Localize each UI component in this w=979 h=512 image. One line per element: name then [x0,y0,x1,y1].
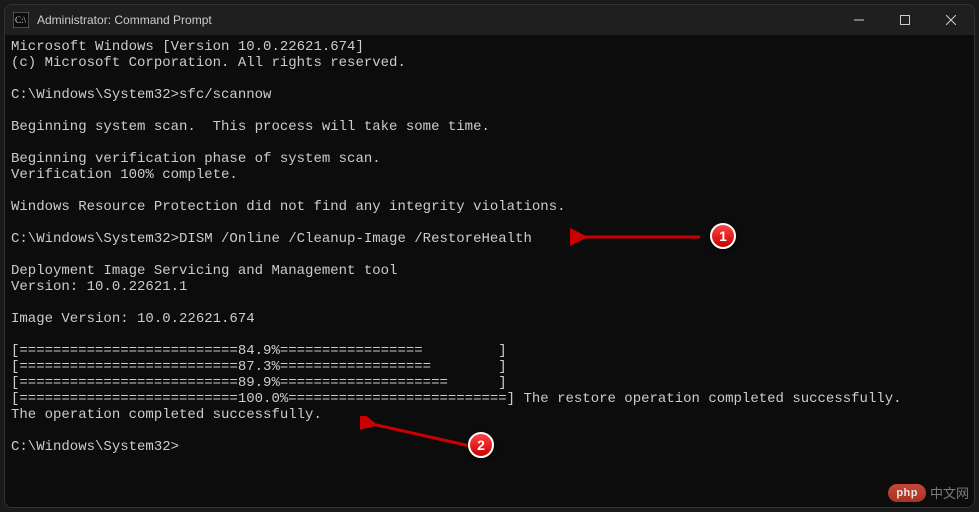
terminal-line [11,327,968,343]
terminal-line [11,103,968,119]
window-title: Administrator: Command Prompt [37,13,836,27]
watermark: php 中文网 [888,483,969,502]
watermark-text: 中文网 [930,483,969,502]
command-prompt-window: C:\ Administrator: Command Prompt Micros… [4,4,975,508]
window-controls [836,5,974,35]
titlebar[interactable]: C:\ Administrator: Command Prompt [5,5,974,35]
terminal-line: Deployment Image Servicing and Managemen… [11,263,968,279]
terminal-line: Beginning verification phase of system s… [11,151,968,167]
terminal-line: Microsoft Windows [Version 10.0.22621.67… [11,39,968,55]
terminal-line: Image Version: 10.0.22621.674 [11,311,968,327]
terminal-line: C:\Windows\System32> [11,439,968,455]
terminal-line [11,135,968,151]
terminal-line: Windows Resource Protection did not find… [11,199,968,215]
terminal-line [11,183,968,199]
terminal-line: [==========================87.3%========… [11,359,968,375]
terminal-line [11,423,968,439]
minimize-button[interactable] [836,5,882,35]
terminal-line: (c) Microsoft Corporation. All rights re… [11,55,968,71]
close-button[interactable] [928,5,974,35]
terminal-line [11,295,968,311]
terminal-line [11,71,968,87]
terminal-line: Version: 10.0.22621.1 [11,279,968,295]
svg-text:C:\: C:\ [15,15,27,25]
terminal-line: C:\Windows\System32>sfc/scannow [11,87,968,103]
maximize-button[interactable] [882,5,928,35]
watermark-badge: php [888,484,926,502]
terminal-line: Beginning system scan. This process will… [11,119,968,135]
terminal-line [11,215,968,231]
terminal-line: [==========================89.9%========… [11,375,968,391]
terminal-line: [==========================84.9%========… [11,343,968,359]
terminal-line: [==========================100.0%=======… [11,391,968,407]
terminal-line: The operation completed successfully. [11,407,968,423]
terminal-line: Verification 100% complete. [11,167,968,183]
terminal-line: C:\Windows\System32>DISM /Online /Cleanu… [11,231,968,247]
app-icon: C:\ [13,12,29,28]
terminal-output[interactable]: Microsoft Windows [Version 10.0.22621.67… [5,35,974,507]
terminal-line [11,247,968,263]
